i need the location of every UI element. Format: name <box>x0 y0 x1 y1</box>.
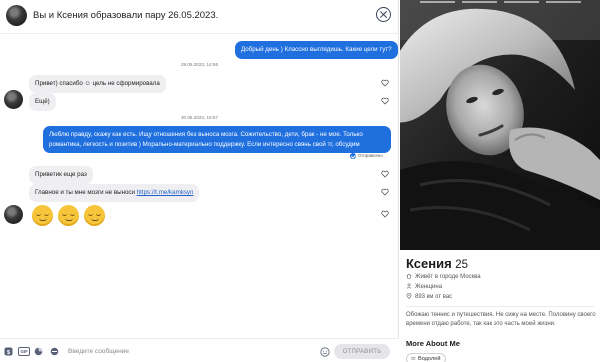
smile-icon[interactable] <box>320 347 330 357</box>
telegram-link[interactable]: https://t.me/kamksyn <box>137 189 194 196</box>
incoming-message: Приветик еще раз <box>29 166 93 184</box>
profile-name: Ксения 25 <box>406 256 468 271</box>
aquarius-icon <box>411 356 416 361</box>
incoming-message: Ещё) <box>29 93 56 111</box>
heart-icon[interactable] <box>381 188 389 196</box>
send-button[interactable]: ОТПРАВИТЬ <box>334 344 390 359</box>
pensive-face-emoji <box>84 205 105 226</box>
avatar[interactable] <box>4 205 23 224</box>
heart-icon[interactable] <box>381 210 389 218</box>
divider <box>406 306 594 307</box>
profile-panel: Ксения 25 Живёт в городе Москва Женщина … <box>400 0 600 362</box>
message-input[interactable] <box>68 344 313 358</box>
home-icon <box>406 273 412 279</box>
heart-icon[interactable] <box>381 97 389 105</box>
match-title: Вы и Ксения образовали пару 26.05.2023. <box>33 10 219 21</box>
incoming-message: Главное и ты мне мозги не выноси https:/… <box>29 184 200 202</box>
check-circle-icon <box>350 153 356 159</box>
more-about-heading: More About Me <box>406 339 460 348</box>
emoji-bar-icon[interactable] <box>50 347 59 356</box>
outgoing-message: Добрый день ) Классно выглядишь. Какие ц… <box>235 41 398 59</box>
chat-panel: Вы и Ксения образовали пару 26.05.2023. … <box>0 0 399 362</box>
zodiac-chip: Водолей <box>406 353 447 362</box>
profile-photo[interactable] <box>400 0 600 250</box>
person-icon <box>406 283 412 289</box>
photo-progress <box>400 1 600 4</box>
heart-icon[interactable] <box>381 79 389 87</box>
date-separator: 29.05.2023, 14:56 <box>180 62 219 67</box>
profile-age: 25 <box>455 259 469 271</box>
profile-about: Обожаю теннис и путешествия. Не сижу на … <box>406 312 596 328</box>
avatar[interactable] <box>4 90 23 109</box>
dollar-icon[interactable]: $ <box>4 347 13 356</box>
pensive-face-emoji <box>58 205 79 226</box>
chat-header: Вы и Ксения образовали пару 26.05.2023. <box>0 0 399 34</box>
profile-gender: Женщина <box>406 283 442 290</box>
message-text: Главное и ты мне мозги не выноси <box>35 189 135 196</box>
profile-city: Живёт в городе Москва <box>406 273 481 280</box>
profile-name-text: Ксения <box>406 256 452 271</box>
sticker-icon[interactable] <box>34 347 43 356</box>
svg-text:$: $ <box>7 350 10 356</box>
date-separator: 30.05.2023, 16:57 <box>180 115 219 120</box>
zodiac-label: Водолей <box>418 356 441 362</box>
location-pin-icon <box>406 293 412 299</box>
close-icon[interactable] <box>376 7 391 22</box>
profile-gender-text: Женщина <box>415 284 443 290</box>
sent-status-label: Отправлено <box>358 153 383 159</box>
profile-distance-text: 893 км от вас <box>415 294 453 300</box>
message-composer: $ GIF ОТПРАВИТЬ <box>0 338 399 362</box>
outgoing-message: Люблю правду, скажу как есть. Ищу отноше… <box>43 126 391 154</box>
sent-status: Отправлено <box>350 153 383 159</box>
profile-distance: 893 км от вас <box>406 293 452 300</box>
heart-icon[interactable] <box>381 170 389 178</box>
avatar[interactable] <box>6 5 27 26</box>
pensive-face-emoji <box>32 205 53 226</box>
profile-city-text: Живёт в городе Москва <box>415 274 481 280</box>
gif-icon[interactable]: GIF <box>18 347 31 356</box>
incoming-message: Привет) спасибо ☺ цель не сформировала <box>29 75 166 93</box>
